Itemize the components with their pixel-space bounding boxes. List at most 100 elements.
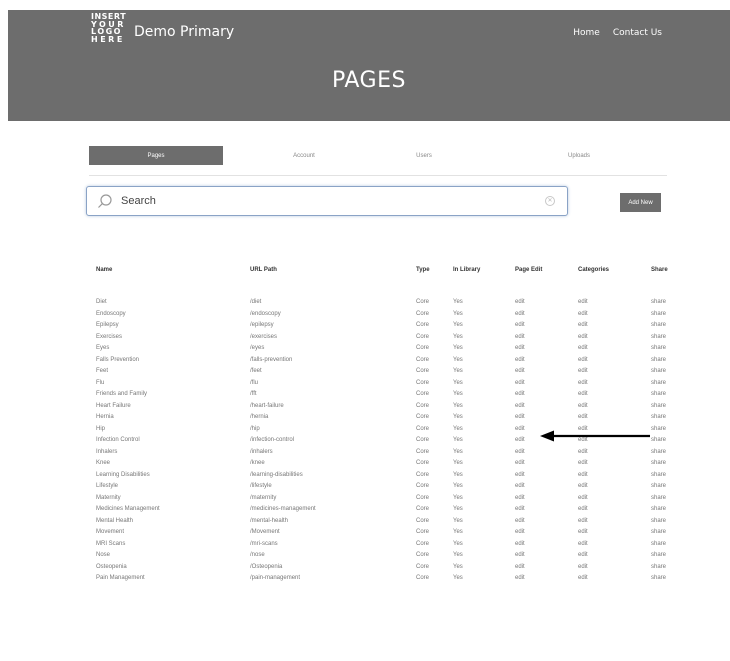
categories-edit-link[interactable]: edit [578,459,588,468]
cell-name[interactable]: Feet [96,367,108,376]
categories-edit-link[interactable]: edit [578,367,588,376]
cell-name[interactable]: Hernia [96,413,114,422]
share-link[interactable]: share [651,390,666,399]
clear-icon[interactable]: ✕ [545,196,555,206]
cell-name[interactable]: Movement [96,528,124,537]
tab-account[interactable]: Account [254,146,354,165]
categories-edit-link[interactable]: edit [578,390,588,399]
table-row[interactable]: MRI Scans/mri-scans Core Yes edit edit share [0,540,730,552]
share-link[interactable]: share [651,321,666,330]
share-link[interactable]: share [651,379,666,388]
cell-url-path[interactable]: /nose [250,551,265,560]
column-header-name[interactable]: Name [96,267,112,273]
categories-edit-link[interactable]: edit [578,310,588,319]
search-input[interactable] [121,192,541,210]
cell-name[interactable]: Medicines Management [96,505,160,514]
edit-link[interactable]: edit [515,482,525,491]
cell-name[interactable]: Friends and Family [96,390,147,399]
edit-link[interactable]: edit [515,494,525,503]
share-link[interactable]: share [651,367,666,376]
share-link[interactable]: share [651,574,666,583]
cell-url-path[interactable]: /medicines-management [250,505,316,514]
categories-edit-link[interactable]: edit [578,551,588,560]
cell-url-path[interactable]: /falls-prevention [250,356,292,365]
table-row[interactable]: Lifestyle/lifestyle Core Yes edit edit share [0,482,730,494]
cell-name[interactable]: Mental Health [96,517,133,526]
edit-link[interactable]: edit [515,413,525,422]
categories-edit-link[interactable]: edit [578,402,588,411]
table-row[interactable]: Flu/flu Core Yes edit edit share [0,379,730,391]
cell-name[interactable]: Knee [96,459,110,468]
share-link[interactable]: share [651,413,666,422]
table-row[interactable]: Exercises/exercises Core Yes edit edit share [0,333,730,345]
tab-uploads[interactable]: Uploads [539,146,619,165]
cell-name[interactable]: Infection Control [96,436,140,445]
categories-edit-link[interactable]: edit [578,356,588,365]
edit-link[interactable]: edit [515,402,525,411]
share-link[interactable]: share [651,528,666,537]
categories-edit-link[interactable]: edit [578,413,588,422]
categories-edit-link[interactable]: edit [578,563,588,572]
share-link[interactable]: share [651,494,666,503]
cell-url-path[interactable]: /lifestyle [250,482,272,491]
table-row[interactable]: Nose/nose Core Yes edit edit share [0,551,730,563]
categories-edit-link[interactable]: edit [578,333,588,342]
categories-edit-link[interactable]: edit [578,379,588,388]
cell-url-path[interactable]: /fft [250,390,257,399]
column-header-categories[interactable]: Categories [578,267,609,273]
cell-url-path[interactable]: /mri-scans [250,540,278,549]
tab-users[interactable]: Users [394,146,454,165]
cell-name[interactable]: Flu [96,379,104,388]
table-row[interactable]: Inhalers/inhalers Core Yes edit edit share [0,448,730,460]
edit-link[interactable]: edit [515,563,525,572]
edit-link[interactable]: edit [515,517,525,526]
edit-link[interactable]: edit [515,298,525,307]
cell-url-path[interactable]: /hip [250,425,260,434]
share-link[interactable]: share [651,448,666,457]
edit-link[interactable]: edit [515,540,525,549]
share-link[interactable]: share [651,482,666,491]
column-header-share[interactable]: Share [651,267,668,273]
table-row[interactable]: Diet/diet Core Yes edit edit share [0,298,730,310]
table-row[interactable]: Hernia/hernia Core Yes edit edit share [0,413,730,425]
share-link[interactable]: share [651,436,666,445]
cell-url-path[interactable]: /diet [250,298,261,307]
share-link[interactable]: share [651,356,666,365]
cell-url-path[interactable]: /knee [250,459,265,468]
edit-link[interactable]: edit [515,333,525,342]
nav-link-contact[interactable]: Contact Us [613,28,662,38]
cell-url-path[interactable]: /feet [250,367,262,376]
table-row[interactable]: Falls Prevention/falls-prevention Core Yes… [0,356,730,368]
edit-link[interactable]: edit [515,436,525,445]
edit-link[interactable]: edit [515,574,525,583]
edit-link[interactable]: edit [515,321,525,330]
edit-link[interactable]: edit [515,425,525,434]
share-link[interactable]: share [651,540,666,549]
add-new-button[interactable]: Add New [620,193,661,212]
share-link[interactable]: share [651,344,666,353]
edit-link[interactable]: edit [515,528,525,537]
cell-url-path[interactable]: /maternity [250,494,276,503]
share-link[interactable]: share [651,402,666,411]
edit-link[interactable]: edit [515,379,525,388]
categories-edit-link[interactable]: edit [578,517,588,526]
cell-url-path[interactable]: /epilepsy [250,321,274,330]
cell-url-path[interactable]: /learning-disabilities [250,471,303,480]
categories-edit-link[interactable]: edit [578,344,588,353]
table-row[interactable]: Maternity/maternity Core Yes edit edit share [0,494,730,506]
nav-link-home[interactable]: Home [573,28,600,38]
categories-edit-link[interactable]: edit [578,540,588,549]
cell-name[interactable]: Diet [96,298,107,307]
cell-name[interactable]: Osteopenia [96,563,127,572]
edit-link[interactable]: edit [515,505,525,514]
cell-url-path[interactable]: /mental-health [250,517,288,526]
cell-name[interactable]: Eyes [96,344,109,353]
categories-edit-link[interactable]: edit [578,298,588,307]
site-name[interactable]: Demo Primary [134,24,234,40]
edit-link[interactable]: edit [515,459,525,468]
edit-link[interactable]: edit [515,310,525,319]
cell-url-path[interactable]: /infection-control [250,436,294,445]
cell-url-path[interactable]: /hernia [250,413,268,422]
cell-name[interactable]: Exercises [96,333,122,342]
table-row[interactable]: Endoscopy/endoscopy Core Yes edit edit share [0,310,730,322]
